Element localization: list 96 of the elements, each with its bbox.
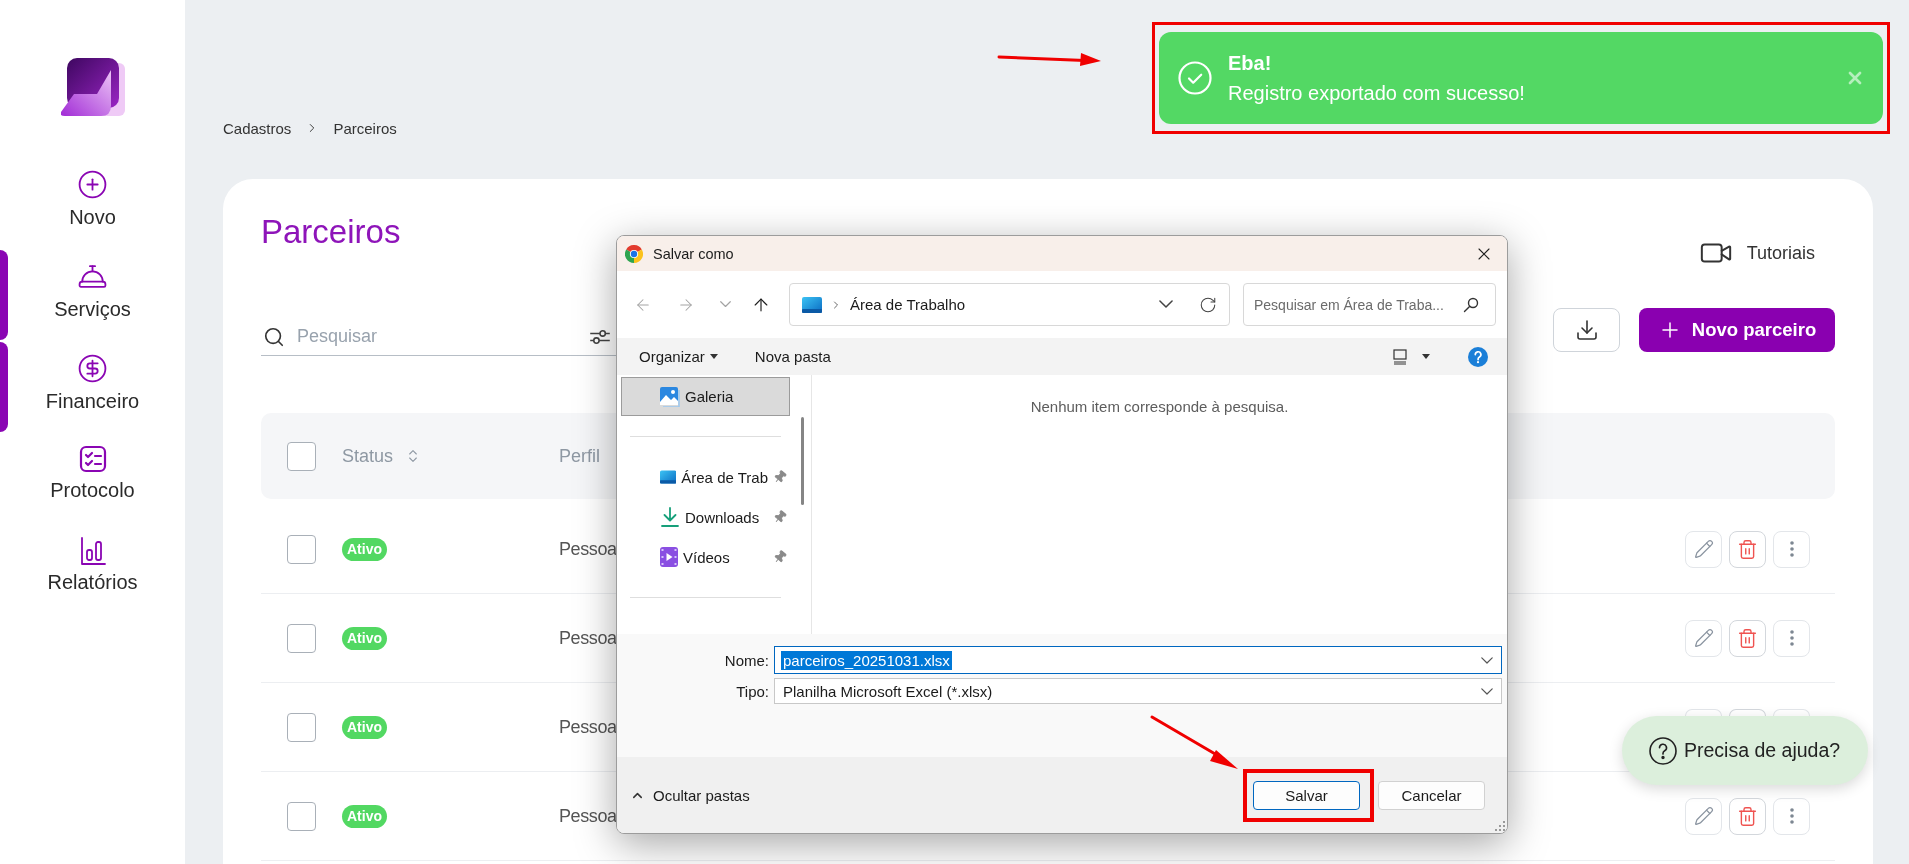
nav-pane-item[interactable]: Galeria	[621, 377, 790, 416]
bar-chart-icon	[79, 537, 106, 565]
vertical-dots-icon	[1789, 808, 1794, 824]
chevron-down-icon	[1481, 687, 1493, 695]
cancel-button[interactable]: Cancelar	[1378, 780, 1485, 810]
status-badge: Ativo	[342, 626, 387, 650]
download-icon	[660, 507, 680, 527]
sidebar-item[interactable]: Novo	[0, 158, 185, 250]
caret-icon	[709, 354, 718, 359]
table-cell: Pessoa	[559, 538, 617, 560]
pencil-icon	[1693, 806, 1714, 826]
desktop-icon	[802, 296, 822, 313]
empty-message: Nenhum item corresponde à pesquisa.	[1030, 398, 1289, 415]
help-icon	[1468, 346, 1488, 367]
edit-button[interactable]	[1685, 797, 1722, 835]
row-checkbox[interactable]	[287, 534, 316, 564]
help-button[interactable]	[1468, 346, 1488, 367]
more-button[interactable]	[1773, 797, 1810, 835]
caret-icon	[1422, 354, 1430, 359]
scrollbar[interactable]	[801, 417, 804, 505]
nav-pane-item[interactable]: Downloads	[621, 497, 790, 537]
pencil-icon	[1693, 539, 1714, 559]
trash-icon	[1737, 627, 1758, 649]
download-icon	[1574, 318, 1599, 342]
status-badge: Ativo	[342, 804, 387, 828]
help-button[interactable]: Precisa de ajuda?	[1622, 716, 1868, 785]
chevron-down-icon	[719, 301, 731, 308]
row-checkbox[interactable]	[287, 712, 316, 742]
trash-icon	[1737, 805, 1758, 827]
dialog-search-field[interactable]: Pesquisar em Área de Traba...	[1243, 283, 1496, 326]
status-badge: Ativo	[342, 537, 387, 561]
field-label: Tipo:	[736, 682, 769, 700]
filename-field[interactable]: parceiros_20251031.xlsx	[774, 646, 1502, 674]
vertical-dots-icon	[1789, 630, 1794, 646]
table-cell: Pessoa	[559, 627, 617, 649]
page-title: Parceiros	[261, 212, 401, 252]
more-button[interactable]	[1773, 530, 1810, 568]
nav-pane-item[interactable]: Área de Trab	[621, 457, 790, 497]
picture-icon	[660, 386, 680, 407]
video-icon	[660, 547, 678, 567]
refresh-icon[interactable]	[1199, 295, 1217, 314]
sidebar-item[interactable]: Financeiro	[0, 342, 185, 434]
edit-button[interactable]	[1685, 708, 1722, 716]
nav-pane-item[interactable]: Vídeos	[621, 537, 790, 577]
select-all-checkbox[interactable]	[287, 441, 316, 471]
view-icon	[1392, 348, 1408, 365]
tutorials-link[interactable]: Tutoriais	[1698, 236, 1815, 270]
filter-button[interactable]	[589, 328, 611, 345]
field-label: Nome:	[724, 651, 769, 669]
resize-grip-icon[interactable]	[1495, 821, 1505, 831]
address-bar[interactable]: Área de Trabalho	[789, 283, 1230, 326]
edit-button[interactable]	[1685, 619, 1722, 657]
view-button[interactable]	[1392, 348, 1430, 365]
sidebar-item[interactable]: Protocolo	[0, 434, 185, 526]
round-logo-icon	[625, 244, 643, 263]
table-cell: Pessoa	[559, 805, 617, 827]
sidebar-item[interactable]: Serviços	[0, 250, 185, 342]
toast-title: Eba!	[1228, 51, 1273, 76]
more-button[interactable]	[1773, 619, 1810, 657]
delete-button[interactable]	[1729, 797, 1766, 835]
breadcrumb-link[interactable]: Cadastros	[223, 119, 292, 137]
save-button[interactable]: Salvar	[1253, 780, 1360, 810]
delete-button[interactable]	[1729, 619, 1766, 657]
delete-button[interactable]	[1729, 708, 1766, 716]
more-button[interactable]	[1773, 708, 1810, 716]
toolbar-button[interactable]: Nova pasta	[754, 348, 831, 365]
pencil-icon	[1693, 628, 1714, 648]
row-checkbox[interactable]	[287, 623, 316, 653]
download-button[interactable]	[1553, 308, 1620, 352]
check-circle-icon	[1178, 61, 1212, 95]
desktop-icon	[660, 469, 677, 485]
table-cell: Pessoa	[559, 716, 617, 738]
dollar-circle-icon	[77, 353, 108, 384]
status-badge: Ativo	[342, 715, 387, 739]
toolbar-menu-button[interactable]: Organizar	[639, 348, 718, 365]
breadcrumb-current: Parceiros	[333, 119, 397, 137]
search-icon	[1463, 296, 1479, 313]
hide-folders-button[interactable]: Ocultar pastas	[630, 786, 750, 804]
toast-message: Registro exportado com sucesso!	[1228, 81, 1525, 106]
edit-button[interactable]	[1685, 530, 1722, 568]
filter-icon	[589, 328, 611, 345]
dialog-title: Salvar como	[653, 245, 734, 262]
help-icon	[1649, 736, 1677, 765]
row-checkbox[interactable]	[287, 801, 316, 831]
logo-icon	[60, 58, 125, 116]
sidebar-item[interactable]: Relatórios	[0, 526, 185, 618]
search-icon	[263, 325, 285, 348]
trash-icon	[1737, 538, 1758, 560]
vertical-dots-icon	[1789, 541, 1794, 557]
new-partner-button[interactable]: Novo parceiro	[1639, 308, 1835, 352]
checklist-icon	[78, 445, 107, 473]
chevron-down-icon	[1481, 656, 1493, 664]
chevron-down-icon	[1159, 300, 1173, 309]
filetype-field[interactable]: Planilha Microsoft Excel (*.xlsx)	[774, 678, 1502, 704]
plus-circle-icon	[77, 169, 108, 200]
delete-button[interactable]	[1729, 530, 1766, 568]
